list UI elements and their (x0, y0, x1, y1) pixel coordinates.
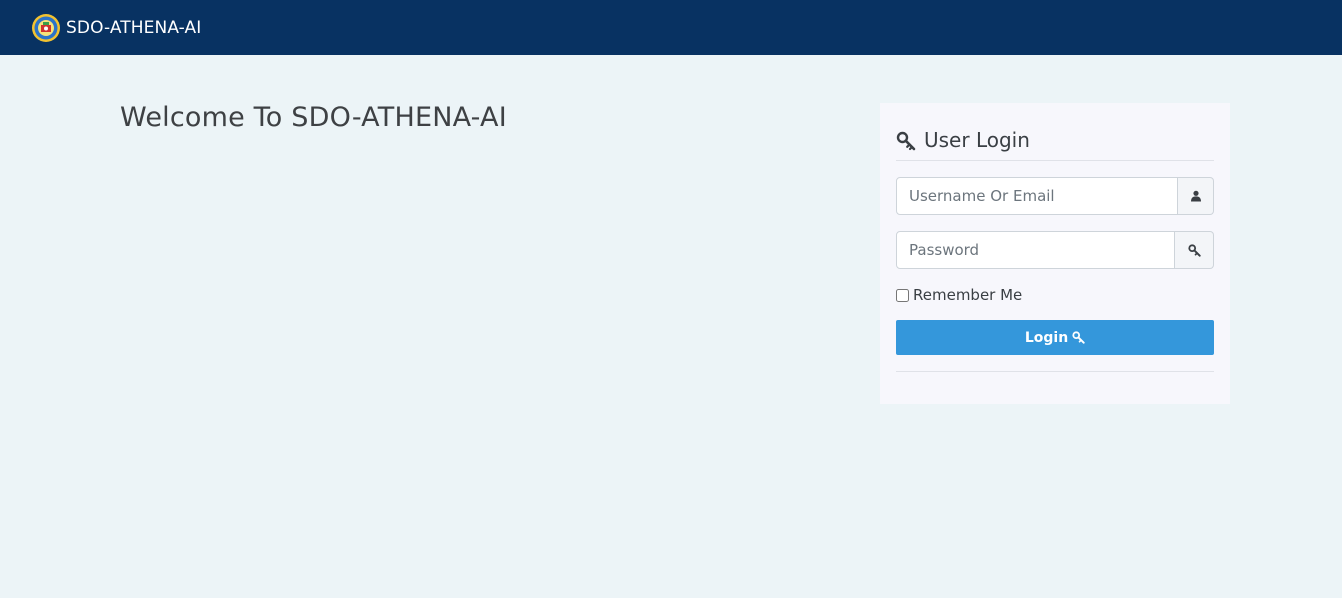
remember-me[interactable]: Remember Me (896, 286, 1022, 304)
username-input-group (896, 177, 1214, 215)
key-icon (1072, 331, 1085, 344)
key-icon (1187, 243, 1201, 257)
username-addon (1178, 177, 1214, 215)
top-navbar: SDO-ATHENA-AI (0, 0, 1342, 55)
username-input[interactable] (896, 177, 1178, 215)
password-input[interactable] (896, 231, 1175, 269)
header-divider (896, 160, 1214, 161)
key-icon (896, 131, 916, 150)
school-seal-logo (32, 13, 60, 42)
login-button-label: Login (1024, 329, 1069, 346)
password-input-group (896, 231, 1214, 269)
brand-name: SDO-ATHENA-AI (66, 17, 202, 38)
login-button[interactable]: Login (896, 320, 1214, 355)
login-card-title: User Login (924, 128, 1030, 152)
footer-divider (896, 371, 1214, 372)
page-title: Welcome To SDO-ATHENA-AI (120, 102, 507, 133)
remember-me-label: Remember Me (913, 286, 1023, 304)
remember-me-checkbox[interactable] (896, 288, 909, 302)
brand-link[interactable]: SDO-ATHENA-AI (31, 13, 201, 43)
login-card-header: User Login (896, 119, 1214, 161)
user-icon (1190, 190, 1201, 202)
password-addon (1175, 231, 1214, 269)
login-card: User Login Remember Me Login (880, 103, 1230, 404)
